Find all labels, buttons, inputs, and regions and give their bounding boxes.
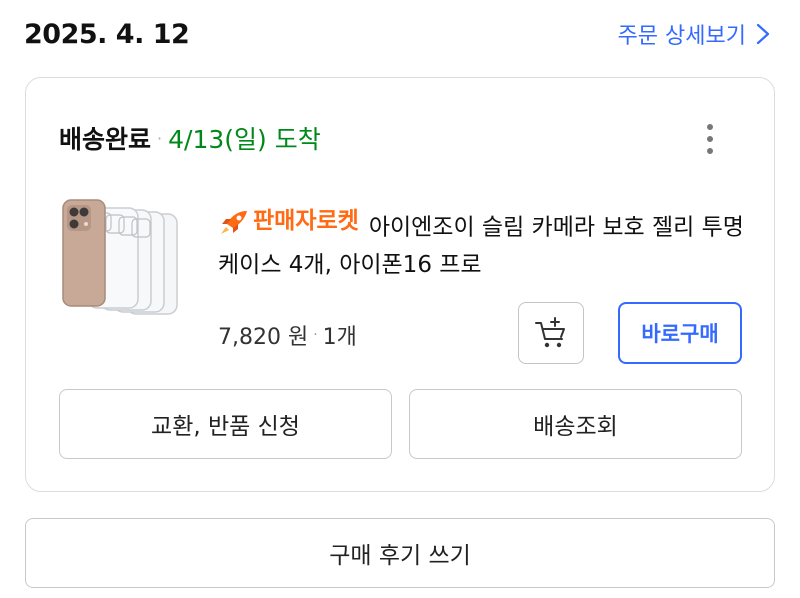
exchange-return-button[interactable]: 교환, 반품 신청 bbox=[59, 389, 392, 459]
seller-rocket-badge: 판매자로켓 bbox=[218, 203, 359, 240]
rocket-icon bbox=[221, 210, 247, 234]
seller-rocket-label: 판매자로켓 bbox=[253, 208, 359, 234]
product-quantity: 1개 bbox=[322, 325, 357, 350]
product-title[interactable]: 판매자로켓 아이엔조이 슬림 카메라 보호 젤리 투명 케이스 4개, 아이폰1… bbox=[218, 203, 748, 284]
order-header: 2025. 4. 12 주문 상세보기 bbox=[24, 12, 770, 56]
buy-now-button[interactable]: 바로구매 bbox=[618, 302, 742, 364]
price-separator: · bbox=[313, 327, 318, 343]
order-detail-label: 주문 상세보기 bbox=[617, 24, 746, 49]
order-date: 2025. 4. 12 bbox=[24, 18, 190, 50]
price-row: 7,820 원 · 1개 bbox=[218, 319, 357, 351]
more-vertical-icon[interactable] bbox=[700, 122, 720, 156]
delivery-status: 배송완료 bbox=[59, 125, 152, 154]
product-price: 7,820 원 bbox=[218, 325, 309, 350]
add-to-cart-icon bbox=[535, 317, 565, 348]
status-separator: · bbox=[157, 128, 163, 148]
delivery-status-row: 배송완료 · 4/13(일) 도착 bbox=[59, 120, 321, 156]
order-card: 배송완료 · 4/13(일) 도착 판매자로켓 아이엔조이 슬림 카메라 보호 … bbox=[25, 77, 775, 492]
arrival-date: 4/13(일) 도착 bbox=[168, 125, 321, 154]
chevron-right-icon bbox=[756, 23, 770, 45]
add-to-cart-button[interactable] bbox=[518, 302, 584, 364]
write-review-button[interactable]: 구매 후기 쓰기 bbox=[25, 518, 775, 588]
product-image[interactable] bbox=[59, 196, 189, 326]
order-detail-link[interactable]: 주문 상세보기 bbox=[618, 18, 770, 50]
delivery-tracking-button[interactable]: 배송조회 bbox=[409, 389, 742, 459]
